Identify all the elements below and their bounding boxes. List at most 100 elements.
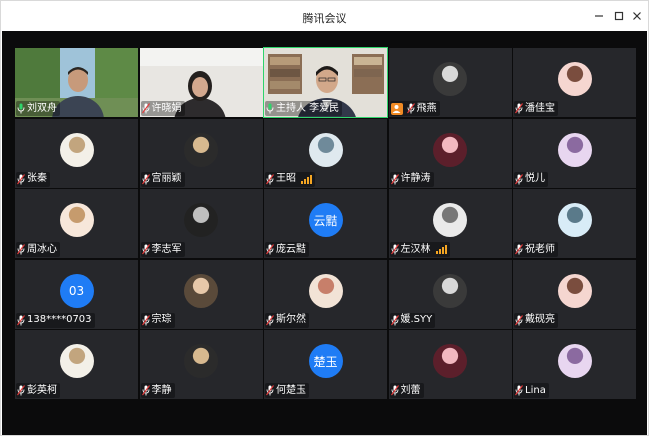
participant-avatar xyxy=(184,273,218,308)
microphone-muted-icon xyxy=(266,314,274,325)
participant-tile[interactable]: 张秦 xyxy=(15,118,138,188)
participant-tile[interactable]: 03 138****0703 xyxy=(15,259,138,329)
microphone-muted-icon xyxy=(390,314,399,325)
participant-tile[interactable]: 左汉林 xyxy=(388,189,512,258)
person-icon xyxy=(390,102,403,115)
participant-tile[interactable]: 楚玉 何楚玉 xyxy=(264,330,387,399)
participant-tile[interactable]: 潘佳宝 xyxy=(513,48,636,117)
maximize-button[interactable] xyxy=(610,7,628,25)
microphone-muted-icon xyxy=(17,385,25,396)
participant-avatar xyxy=(557,344,592,378)
microphone-muted-icon xyxy=(515,314,523,325)
participant-name: 何楚玉 xyxy=(276,384,306,396)
participant-tile[interactable]: 戴砚亮 xyxy=(513,259,636,329)
participant-tile[interactable]: 李静 xyxy=(139,330,263,399)
participant-name: 主持人 李爱民 xyxy=(276,102,340,114)
participant-name: 潘佳宝 xyxy=(525,102,555,114)
participant-tile[interactable]: 主持人 李爱民 xyxy=(263,47,388,118)
participant-tile[interactable]: 宗琮 xyxy=(139,259,263,329)
participant-avatar xyxy=(433,132,467,167)
microphone-icon xyxy=(266,103,274,114)
participant-name: 李静 xyxy=(151,384,172,396)
participant-nameplate: 彭英柯 xyxy=(16,383,60,398)
participant-nameplate: 飛燕 xyxy=(389,101,440,116)
participant-name: 彭英柯 xyxy=(27,384,57,396)
participant-tile[interactable]: 云黠 庞云黠 xyxy=(264,189,387,258)
close-button[interactable] xyxy=(628,7,646,25)
participant-tile[interactable]: Lina xyxy=(513,330,636,399)
microphone-muted-icon xyxy=(266,173,274,184)
participant-nameplate: 刘蕾 xyxy=(389,383,424,398)
participant-tile[interactable]: 悦儿 xyxy=(513,118,636,188)
microphone-muted-icon xyxy=(406,103,415,114)
microphone-muted-icon xyxy=(515,173,523,184)
participant-tile[interactable]: 斯尔然 xyxy=(264,259,387,329)
participant-nameplate: 李志军 xyxy=(140,242,185,257)
participant-avatar xyxy=(433,273,467,308)
participant-name: 许晓娟 xyxy=(151,102,182,114)
participant-name: 许静涛 xyxy=(400,173,431,184)
meeting-window: 腾讯会议 刘双舟 许晓娟 主持人 李爱民 飛燕 潘佳宝张秦 宫丽颖 王昭 许静涛 悦儿周冰心 李志… xyxy=(0,0,649,436)
participant-nameplate: 潘佳宝 xyxy=(514,101,558,116)
microphone-muted-icon xyxy=(390,385,399,396)
participant-name: 138****0703 xyxy=(27,314,92,325)
participant-tile[interactable]: 王昭 xyxy=(264,118,387,188)
participant-nameplate: 宗琮 xyxy=(140,312,175,328)
participant-tile[interactable]: 媛.SYY xyxy=(388,259,512,329)
participant-nameplate: 戴砚亮 xyxy=(514,312,558,328)
participant-name: 王昭 xyxy=(276,173,296,184)
participant-nameplate: 138****0703 xyxy=(16,312,95,328)
window-title: 腾讯会议 xyxy=(302,12,347,25)
participant-tile[interactable]: 许静涛 xyxy=(388,118,512,188)
microphone-muted-icon xyxy=(515,103,523,114)
microphone-muted-icon xyxy=(141,244,150,255)
participant-nameplate: 悦儿 xyxy=(514,171,548,187)
participant-avatar xyxy=(557,203,592,237)
participant-avatar xyxy=(557,62,592,96)
microphone-muted-icon xyxy=(141,314,150,325)
participant-name: 宫丽颖 xyxy=(151,173,182,184)
participant-nameplate: 周冰心 xyxy=(16,242,60,257)
close-icon xyxy=(633,12,641,20)
microphone-muted-icon xyxy=(515,385,523,396)
participant-tile[interactable]: 李志军 xyxy=(139,189,263,258)
participant-avatar xyxy=(557,132,592,167)
participant-avatar xyxy=(184,132,218,167)
participant-tile[interactable]: 刘双舟 xyxy=(15,48,138,117)
participant-avatar xyxy=(184,203,218,237)
participant-nameplate: 王昭 xyxy=(265,171,315,187)
microphone-muted-icon xyxy=(17,314,25,325)
participant-avatar: 03 xyxy=(59,273,94,308)
participant-name: 斯尔然 xyxy=(276,314,306,325)
participant-avatar xyxy=(433,203,467,237)
participant-tile[interactable]: 宫丽颖 xyxy=(139,118,263,188)
microphone-muted-icon xyxy=(141,385,150,396)
participant-avatar: 云黠 xyxy=(308,203,343,237)
participant-avatar xyxy=(59,203,94,237)
participant-tile[interactable]: 飛燕 xyxy=(388,48,512,117)
participant-name: 媛.SYY xyxy=(400,314,433,325)
microphone-muted-icon xyxy=(390,244,399,255)
participant-avatar xyxy=(59,132,94,167)
microphone-icon xyxy=(17,103,25,114)
participant-tile[interactable]: 祝老师 xyxy=(513,189,636,258)
participant-nameplate: 宫丽颖 xyxy=(140,171,185,187)
participant-avatar xyxy=(59,344,94,378)
participant-nameplate: 李静 xyxy=(140,383,175,398)
participant-nameplate: 媛.SYY xyxy=(389,312,436,328)
participant-avatar xyxy=(557,273,592,308)
participant-name: 张秦 xyxy=(27,173,47,184)
minimize-icon xyxy=(595,15,603,17)
minimize-button[interactable] xyxy=(590,7,608,25)
participant-tile[interactable]: 周冰心 xyxy=(15,189,138,258)
participant-nameplate: 何楚玉 xyxy=(265,383,309,398)
participant-nameplate: 张秦 xyxy=(16,171,50,187)
participant-tile[interactable]: 许晓娟 xyxy=(139,48,263,117)
microphone-muted-icon xyxy=(141,103,150,114)
participant-tile[interactable]: 刘蕾 xyxy=(388,330,512,399)
participant-name: 刘蕾 xyxy=(400,384,421,396)
participant-nameplate: 许静涛 xyxy=(389,171,434,187)
participant-tile[interactable]: 彭英柯 xyxy=(15,330,138,399)
participant-name: 祝老师 xyxy=(525,243,555,255)
participant-avatar xyxy=(184,344,218,378)
